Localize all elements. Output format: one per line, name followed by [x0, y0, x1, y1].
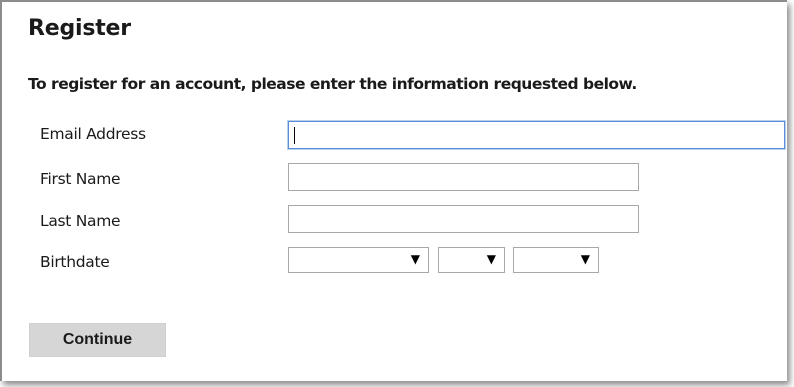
chevron-down-icon: ▼ [580, 252, 590, 266]
first-name-label: First Name [40, 170, 121, 188]
chevron-down-icon: ▼ [410, 252, 420, 266]
email-field[interactable] [288, 121, 785, 149]
intro-text: To register for an account, please enter… [28, 75, 637, 93]
page-title: Register [28, 16, 131, 41]
birthdate-label: Birthdate [40, 253, 110, 271]
email-label: Email Address [40, 125, 146, 143]
first-name-field[interactable] [288, 163, 639, 191]
text-caret [294, 127, 295, 144]
last-name-label: Last Name [40, 212, 121, 230]
birth-year-select[interactable]: ▼ [513, 247, 599, 273]
birth-month-select[interactable]: ▼ [288, 247, 429, 273]
continue-button[interactable]: Continue [29, 323, 166, 357]
register-panel: Register To register for an account, ple… [0, 0, 787, 381]
last-name-field[interactable] [288, 205, 639, 233]
birth-day-select[interactable]: ▼ [438, 247, 505, 273]
chevron-down-icon: ▼ [486, 252, 496, 266]
